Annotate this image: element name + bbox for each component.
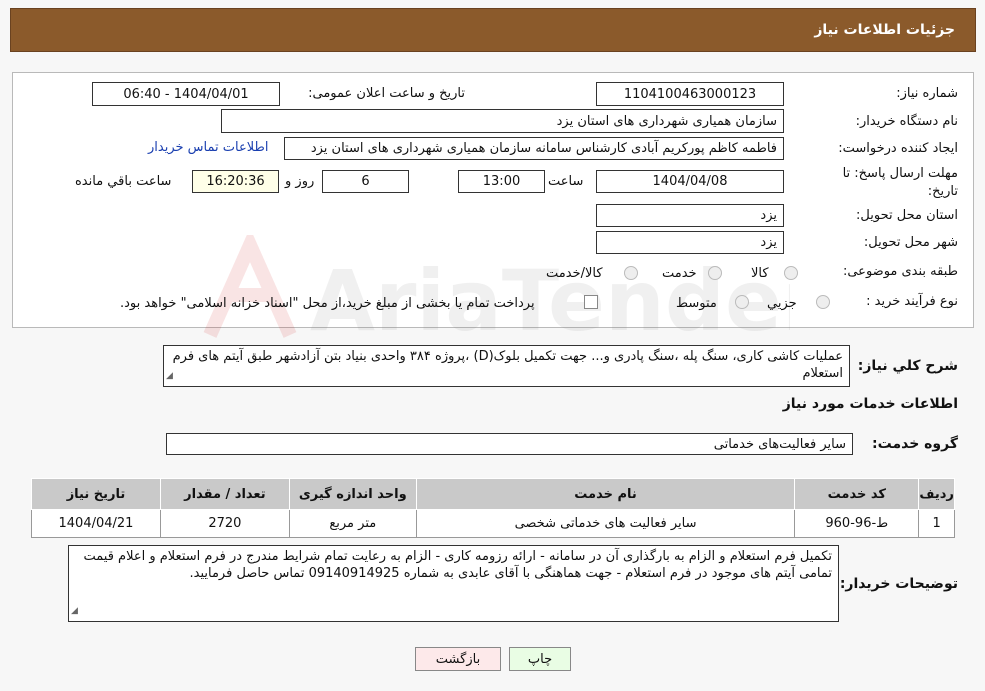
deadline-date-field: 1404/04/08: [596, 170, 784, 193]
page-header: جزئیات اطلاعات نیاز: [10, 8, 976, 52]
need-number-label: شماره نیاز:: [896, 86, 958, 101]
time-remaining-field: 16:20:36: [192, 170, 279, 193]
process-medium-radio[interactable]: [735, 295, 749, 309]
cell-unit: متر مربع: [288, 509, 417, 538]
deadline-time-field: 13:00: [458, 170, 545, 193]
print-button[interactable]: چاپ: [509, 647, 571, 671]
buyer-notes-text: تکمیل فرم استعلام و الزام به بارگذاری آن…: [83, 549, 832, 581]
services-section-title: اطلاعات خدمات مورد نیاز: [782, 396, 958, 412]
cell-need-date: 1404/04/21: [31, 509, 161, 538]
description-text: عملیات کاشی کاری، سنگ پله ،سنگ پادری و..…: [172, 349, 843, 381]
buyer-org-field: سازمان همیاری شهرداری های استان یزد: [221, 109, 784, 133]
deadline-time-label: ساعت: [548, 174, 584, 189]
cell-quantity: 2720: [159, 509, 290, 538]
buyer-notes-label: توضیحات خریدار:: [839, 576, 958, 592]
table-row: 1 ط-96-960 سایر فعالیت های خدماتی شخصی م…: [31, 509, 955, 538]
description-label: شرح كلي نياز:: [857, 358, 958, 374]
page-title: جزئیات اطلاعات نیاز: [814, 22, 955, 38]
process-label: نوع فرآیند خرید :: [866, 294, 958, 309]
buyer-contact-link[interactable]: اطلاعات تماس خریدار: [148, 140, 268, 155]
service-group-label: گروه خدمت:: [872, 436, 958, 452]
process-medium-label: متوسط: [676, 296, 717, 311]
announce-field: 1404/04/01 - 06:40: [92, 82, 280, 106]
category-label: طبقه بندی موضوعی:: [842, 264, 958, 279]
category-both-label: کالا/خدمت: [546, 266, 603, 281]
process-minor-radio[interactable]: [816, 295, 830, 309]
need-number-field: 1104100463000123: [596, 82, 784, 106]
time-remaining-label: ساعت باقي مانده: [75, 174, 172, 189]
buyer-notes-textarea[interactable]: تکمیل فرم استعلام و الزام به بارگذاری آن…: [68, 545, 839, 622]
cell-service-name: سایر فعالیت های خدماتی شخصی: [415, 509, 796, 538]
services-table: ردیف کد خدمت نام خدمت واحد اندازه گیری ت…: [31, 478, 955, 538]
col-unit: واحد اندازه گیری: [288, 478, 417, 510]
service-group-field: سایر فعالیت‌های خدماتی: [166, 433, 853, 455]
creator-label: ایجاد کننده درخواست:: [838, 141, 958, 156]
creator-field: فاطمه کاظم پورکریم آبادی کارشناس سامانه …: [284, 137, 784, 160]
col-service-name: نام خدمت: [415, 478, 796, 510]
announce-label: تاریخ و ساعت اعلان عمومی:: [308, 86, 465, 101]
deadline-label: مهلت ارسال پاسخ: تا تاریخ:: [842, 166, 958, 199]
city-field: یزد: [596, 231, 784, 254]
cell-service-code: ط-96-960: [794, 509, 920, 538]
category-goods-radio[interactable]: [784, 266, 798, 280]
col-row-number: ردیف: [918, 478, 955, 510]
buyer-org-label: نام دستگاه خریدار:: [855, 114, 958, 129]
treasury-checkbox[interactable]: [584, 295, 598, 309]
category-goods-label: کالا: [751, 266, 769, 281]
city-label: شهر محل تحویل:: [863, 235, 958, 250]
days-label: روز و: [285, 174, 315, 189]
province-field: یزد: [596, 204, 784, 227]
description-textarea[interactable]: عملیات کاشی کاری، سنگ پله ،سنگ پادری و..…: [163, 345, 850, 387]
treasury-note: پرداخت تمام یا بخشی از مبلغ خرید،از محل …: [120, 296, 535, 311]
col-quantity: تعداد / مقدار: [159, 478, 290, 510]
resize-grip-icon[interactable]: ◢: [166, 368, 173, 385]
resize-grip-icon[interactable]: ◢: [71, 603, 78, 620]
col-service-code: کد خدمت: [794, 478, 920, 510]
back-button[interactable]: بازگشت: [415, 647, 501, 671]
col-need-date: تاریخ نیاز: [31, 478, 161, 510]
process-minor-label: جزيي: [767, 296, 797, 311]
cell-row-number: 1: [918, 509, 955, 538]
category-service-label: خدمت: [662, 266, 697, 281]
days-remaining-field: 6: [322, 170, 409, 193]
province-label: استان محل تحویل:: [856, 208, 958, 223]
category-both-radio[interactable]: [624, 266, 638, 280]
category-service-radio[interactable]: [708, 266, 722, 280]
table-header-row: ردیف کد خدمت نام خدمت واحد اندازه گیری ت…: [31, 478, 955, 510]
